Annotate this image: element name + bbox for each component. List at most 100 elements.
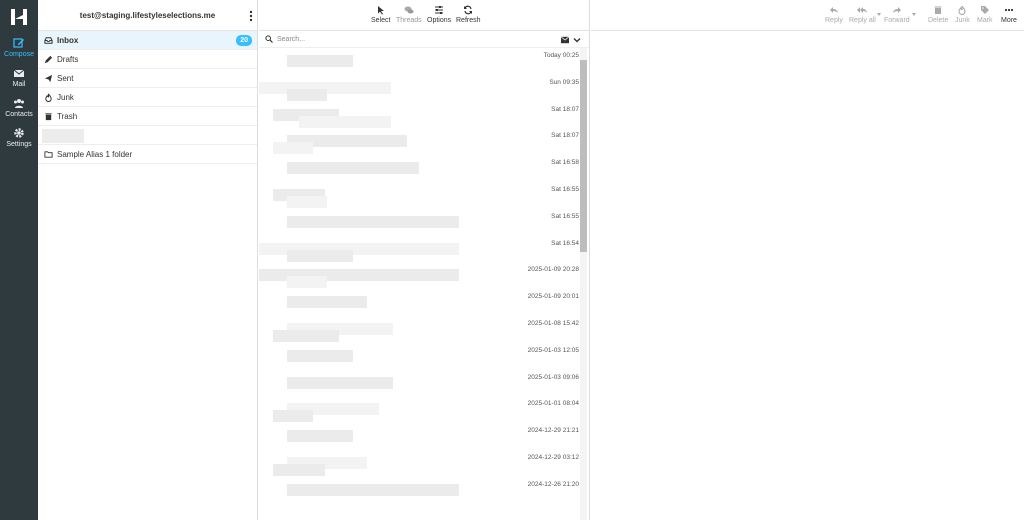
message-row[interactable]: Sat 16:58 (259, 155, 579, 182)
message-row[interactable]: Sun 09:35 (259, 75, 579, 102)
folder-junk[interactable]: Junk (38, 88, 257, 107)
message-list-panel: Select Threads Options Refresh Search...… (259, 0, 590, 520)
message-row[interactable]: Sat 16:55 (259, 209, 579, 236)
message-date: 2025-01-08 15:42 (527, 319, 579, 327)
message-date: 2025-01-03 12:05 (527, 346, 579, 354)
folder-junk-label: Junk (57, 92, 74, 102)
more-dots-icon (1004, 8, 1014, 12)
search-input[interactable]: Search... (277, 36, 305, 43)
message-row[interactable]: 2025-01-09 20:01 (259, 289, 579, 316)
more-label: More (1001, 17, 1017, 24)
rail-settings-button[interactable]: Settings (0, 124, 38, 154)
paper-plane-icon (44, 74, 53, 82)
forward-button[interactable]: Forward (884, 5, 910, 24)
message-row[interactable]: Sat 16:55 (259, 182, 579, 209)
rail-compose-button[interactable]: Compose (0, 34, 38, 64)
mark-button[interactable]: Mark (977, 5, 993, 24)
rail-contacts-label: Contacts (5, 111, 33, 118)
message-date: 2025-01-03 09:06 (527, 373, 579, 381)
message-date: 2025-01-09 20:28 (527, 266, 579, 274)
reply-all-button[interactable]: Reply all (849, 5, 876, 24)
logo-icon (11, 9, 27, 25)
folder-drafts-label: Drafts (57, 54, 79, 64)
message-row[interactable]: 2024-12-26 21:20 (259, 477, 579, 504)
rail-contacts-button[interactable]: Contacts (0, 94, 38, 124)
message-row[interactable]: 2025-01-01 08:04 (259, 396, 579, 423)
folder-alias[interactable]: Sample Alias 1 folder (38, 145, 257, 164)
redacted-content (287, 483, 459, 496)
redacted-content (273, 329, 339, 342)
message-row[interactable]: 2025-01-08 15:42 (259, 316, 579, 343)
folder-panel: test@staging.lifestyleselections.me Inbo… (38, 0, 258, 520)
webmail-app: Compose Mail Contacts Settings test@stag… (0, 0, 1024, 520)
redacted-content (287, 55, 353, 67)
message-row[interactable]: 2024-12-29 21:21 (259, 423, 579, 450)
message-date: Sat 16:55 (551, 212, 579, 220)
options-label: Options (427, 17, 452, 24)
redacted-content (273, 142, 313, 155)
message-row[interactable]: 2025-01-03 09:06 (259, 370, 579, 397)
message-row[interactable]: 2025-01-03 12:05 (259, 343, 579, 370)
reply-icon (829, 7, 838, 13)
folder-trash-label: Trash (57, 111, 78, 121)
forward-icon (892, 7, 901, 13)
delete-label: Delete (928, 17, 949, 24)
scrollbar[interactable] (580, 48, 587, 520)
folder-inbox-label: Inbox (57, 35, 79, 45)
message-row[interactable]: Sat 18:07 (259, 102, 579, 129)
task-rail: Compose Mail Contacts Settings (0, 0, 38, 520)
message-date: Sun 09:35 (549, 78, 579, 86)
message-date: 2024-12-26 21:20 (527, 480, 579, 488)
redacted-content (287, 349, 353, 362)
redacted-content (287, 215, 459, 228)
rail-mail-button[interactable]: Mail (0, 64, 38, 94)
select-button[interactable]: Select (371, 5, 390, 24)
kebab-menu-icon[interactable] (248, 10, 254, 22)
account-name: test@staging.lifestyleselections.me (79, 10, 216, 20)
message-row[interactable]: 2025-01-09 20:28 (259, 262, 579, 289)
inbox-icon (44, 36, 53, 44)
sliders-icon (435, 6, 444, 14)
forward-dropdown-icon[interactable] (912, 13, 916, 16)
folder-icon (44, 150, 53, 158)
reply-all-icon (857, 7, 868, 13)
message-row[interactable]: Today 00:25 (259, 48, 579, 75)
search-icon (265, 35, 273, 43)
rail-settings-label: Settings (6, 141, 32, 148)
redacted-content (287, 162, 419, 175)
chevron-down-icon[interactable] (573, 36, 581, 44)
envelope-icon[interactable] (561, 36, 569, 44)
redacted-content (287, 88, 327, 101)
trash-icon (934, 6, 942, 14)
redacted-content (273, 410, 313, 423)
trash-icon (45, 112, 52, 120)
folder-inbox[interactable]: Inbox 20 (38, 31, 257, 50)
reply-all-dropdown-icon[interactable] (877, 13, 881, 16)
message-rows: Today 00:25 Sun 09:35 Sat 18:07 Sat 18:07 Sa… (259, 48, 579, 504)
account-header: test@staging.lifestyleselections.me (38, 0, 257, 31)
fire-icon (958, 5, 966, 15)
message-row[interactable]: Sat 18:07 (259, 128, 579, 155)
folder-sent[interactable]: Sent (38, 69, 257, 88)
options-button[interactable]: Options (427, 5, 451, 24)
threads-label: Threads (396, 17, 422, 24)
list-toolbar: Select Threads Options Refresh (259, 0, 589, 31)
delete-button[interactable]: Delete (928, 5, 948, 24)
message-date: Sat 18:07 (551, 132, 579, 140)
folder-alias-label: Sample Alias 1 folder (57, 149, 133, 159)
folder-drafts[interactable]: Drafts (38, 50, 257, 69)
folder-trash[interactable]: Trash (38, 107, 257, 126)
more-button[interactable]: More (1001, 5, 1017, 24)
redacted-content (287, 296, 367, 309)
scrollbar-thumb[interactable] (580, 60, 587, 252)
search-bar[interactable]: Search... (259, 31, 589, 48)
reply-button[interactable]: Reply (825, 5, 843, 24)
message-date: 2025-01-01 08:04 (527, 400, 579, 408)
refresh-button[interactable]: Refresh (456, 5, 481, 24)
gear-icon (14, 128, 24, 138)
message-row[interactable]: 2024-12-29 03:12 (259, 450, 579, 477)
junk-button[interactable]: Junk (955, 5, 970, 24)
unread-count-badge: 20 (236, 35, 252, 46)
threads-button[interactable]: Threads (396, 5, 422, 24)
message-row[interactable]: Sat 16:54 (259, 236, 579, 263)
